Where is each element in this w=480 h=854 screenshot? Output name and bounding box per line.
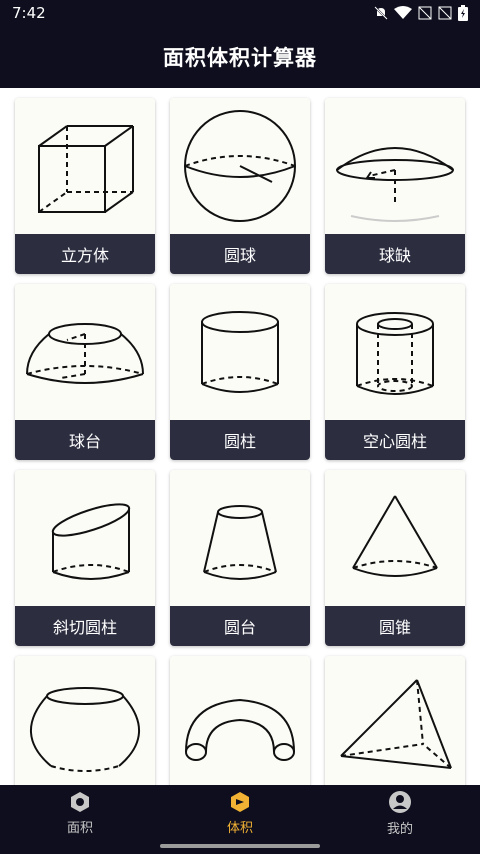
- shape-illustration: [170, 98, 310, 234]
- shape-label: 空心圆柱: [325, 420, 465, 460]
- torus-icon: [185, 698, 295, 761]
- shape-illustration: [15, 656, 155, 785]
- shape-card-sphere[interactable]: 圆球: [170, 98, 310, 274]
- tab-volume[interactable]: 体积: [160, 785, 320, 841]
- shape-label: 立方体: [15, 234, 155, 274]
- shape-illustration: [325, 284, 465, 420]
- oblique-cylinder-icon: [51, 503, 131, 580]
- tab-label: 我的: [386, 821, 413, 837]
- shape-illustration: [15, 98, 155, 234]
- shape-illustration: [325, 656, 465, 785]
- shape-label: 球缺: [325, 234, 465, 274]
- shape-illustration: [170, 470, 310, 606]
- tetrahedron-icon: [340, 679, 452, 769]
- wifi-icon: [394, 6, 412, 19]
- shape-illustration: [170, 284, 310, 420]
- barrel-icon: [30, 687, 140, 772]
- shape-label: 球台: [15, 420, 155, 460]
- shape-card-barrel[interactable]: [15, 656, 155, 785]
- shape-illustration: [15, 284, 155, 420]
- shape-label: 斜切圆柱: [15, 606, 155, 646]
- shape-card-spherical-frustum[interactable]: 球台: [15, 284, 155, 460]
- bottom-tab-bar: 面积 体积 我的: [0, 785, 480, 841]
- person-icon: [389, 790, 411, 813]
- shape-card-cone[interactable]: 圆锥: [325, 470, 465, 646]
- status-bar: 7:42: [0, 0, 480, 26]
- battery-charging-icon: [458, 5, 468, 21]
- shape-label: 圆球: [170, 234, 310, 274]
- shape-grid: 立方体 圆球 球缺 球台 圆柱 空心圆柱 斜切圆柱 圆台 圆锥: [0, 88, 480, 785]
- tab-label: 面积: [66, 820, 93, 836]
- app-header: 面积体积计算器: [0, 26, 480, 88]
- cube-icon: [38, 125, 134, 213]
- shape-illustration: [15, 470, 155, 606]
- spherical-frustum-icon: [26, 323, 144, 384]
- shape-illustration: [325, 470, 465, 606]
- shape-label: 圆台: [170, 606, 310, 646]
- cone-icon: [352, 495, 438, 577]
- shape-card-cylinder[interactable]: 圆柱: [170, 284, 310, 460]
- shape-card-cube[interactable]: 立方体: [15, 98, 155, 274]
- tab-label: 体积: [226, 820, 253, 836]
- mute-icon: [374, 6, 388, 20]
- tab-mine[interactable]: 我的: [320, 785, 480, 841]
- shape-card-truncated-cone[interactable]: 圆台: [170, 470, 310, 646]
- status-time: 7:42: [12, 4, 46, 22]
- spherical-cap-icon: [336, 147, 454, 222]
- hexagon-icon: [71, 791, 89, 812]
- hollow-cylinder-icon: [356, 312, 434, 395]
- status-icons: [374, 5, 468, 21]
- shape-card-tetrahedron[interactable]: [325, 656, 465, 785]
- shape-card-spherical-cap[interactable]: 球缺: [325, 98, 465, 274]
- truncated-cone-icon: [203, 505, 277, 580]
- shape-illustration: [170, 656, 310, 785]
- shape-label: 圆锥: [325, 606, 465, 646]
- sphere-icon: [184, 110, 296, 222]
- shape-illustration: [325, 98, 465, 234]
- box-icon: [231, 791, 249, 812]
- tab-area[interactable]: 面积: [0, 785, 160, 841]
- cylinder-icon: [201, 311, 279, 393]
- shape-card-torus[interactable]: [170, 656, 310, 785]
- shape-card-oblique-cylinder[interactable]: 斜切圆柱: [15, 470, 155, 646]
- signal-off-icon-2: [438, 6, 452, 20]
- home-gesture-handle[interactable]: [160, 844, 320, 848]
- page-title: 面积体积计算器: [163, 46, 317, 70]
- signal-off-icon: [418, 6, 432, 20]
- shape-card-hollow-cylinder[interactable]: 空心圆柱: [325, 284, 465, 460]
- shape-label: 圆柱: [170, 420, 310, 460]
